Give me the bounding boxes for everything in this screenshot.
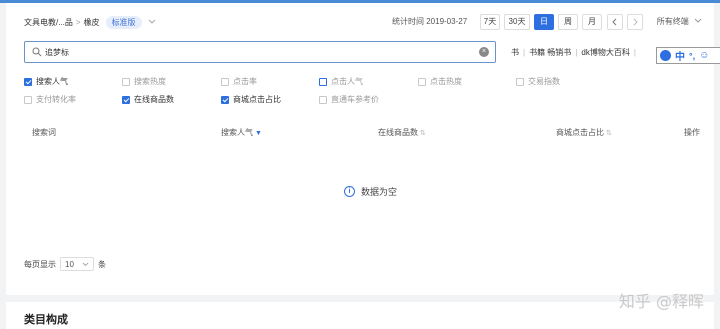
chevron-right-icon <box>633 18 638 26</box>
metric-checkbox-pay-conversion[interactable]: 支付转化率 <box>24 94 76 105</box>
metric-label: 点击热度 <box>430 77 462 86</box>
category-composition-section: 类目构成 <box>6 302 714 329</box>
chevron-down-icon <box>694 18 702 23</box>
metric-label: 点击人气 <box>331 77 363 86</box>
page-size-select[interactable]: 10 <box>60 257 94 271</box>
chevron-down-icon <box>82 262 89 266</box>
chevron-down-icon[interactable] <box>148 18 156 27</box>
breadcrumb-subcategory[interactable]: 橡皮 <box>84 17 100 28</box>
sort-icon[interactable]: ⇅ <box>420 130 426 137</box>
breadcrumb-separator: > <box>75 17 81 27</box>
sort-icon[interactable]: ⇅ <box>606 130 612 137</box>
ime-logo-icon <box>660 50 671 61</box>
terminal-select-value: 所有终端 <box>656 17 689 26</box>
column-header-actions: 操作 <box>684 128 700 137</box>
metric-label: 商城点击占比 <box>233 95 281 104</box>
ime-toolbar[interactable]: 中 °, ☺ <box>656 47 720 64</box>
column-header-label: 在线商品数 <box>378 128 418 137</box>
checkbox-icon <box>516 77 524 86</box>
table-header: 搜索词 搜索人气 ▼ 在线商品数 ⇅ 商城点击占比 ⇅ 操作 <box>6 123 714 141</box>
metric-checkbox-search-heat[interactable]: 搜索热度 <box>122 76 166 87</box>
ime-punct-icon: °, <box>689 50 696 61</box>
section-title: 类目构成 <box>24 314 68 326</box>
column-header-search-popularity[interactable]: 搜索人气 ▼ <box>221 127 262 138</box>
search-icon <box>32 47 42 57</box>
empty-state: i 数据为空 <box>344 185 397 198</box>
metric-checkbox-ctr[interactable]: 点击率 <box>221 76 257 87</box>
sort-desc-icon[interactable]: ▼ <box>255 130 262 137</box>
metric-label: 点击率 <box>233 77 257 86</box>
metric-label: 搜索人气 <box>36 77 68 86</box>
range-day-button[interactable]: 日 <box>534 14 554 30</box>
checkbox-checked-icon <box>24 77 32 86</box>
range-month-button[interactable]: 月 <box>582 14 602 30</box>
breadcrumb-category[interactable]: 文具电教/...品 <box>24 17 73 28</box>
terminal-select[interactable]: 所有终端 <box>657 14 702 30</box>
metric-checkbox-online-items[interactable]: 在线商品数 <box>122 94 174 105</box>
metric-label: 支付转化率 <box>36 95 76 104</box>
metric-checkbox-click-popularity[interactable]: 点击人气 <box>319 76 363 87</box>
checkbox-icon <box>418 77 426 86</box>
suggested-keywords: 书 | 书籍 畅销书 | dk博物大百科 | <box>511 48 636 57</box>
range-7d-button[interactable]: 7天 <box>480 14 500 30</box>
chevron-left-icon <box>612 18 617 26</box>
metric-checkbox-click-heat[interactable]: 点击热度 <box>418 76 462 87</box>
ime-smiley-icon: ☺ <box>699 50 710 61</box>
checkbox-checked-icon <box>221 95 229 104</box>
metric-checkbox-search-popularity[interactable]: 搜索人气 <box>24 76 68 87</box>
info-icon: i <box>344 186 355 197</box>
watermark: 知乎 @释晖 <box>618 292 704 311</box>
suggested-keyword[interactable]: 书籍 畅销书 <box>529 48 571 57</box>
metric-label: 交易指数 <box>528 77 560 86</box>
page-size-value: 10 <box>65 259 74 269</box>
edition-badge: 标准版 <box>105 15 142 29</box>
checkbox-icon <box>122 77 130 86</box>
range-30d-button[interactable]: 30天 <box>504 14 530 30</box>
page-size-control: 每页显示 10 条 <box>24 257 106 271</box>
ime-language: 中 <box>675 52 685 63</box>
prev-date-button[interactable] <box>607 14 623 30</box>
page-size-suffix: 条 <box>98 259 106 269</box>
next-date-button[interactable] <box>627 14 643 30</box>
range-week-button[interactable]: 周 <box>558 14 578 30</box>
checkbox-icon <box>319 95 327 104</box>
checkbox-icon <box>221 77 229 86</box>
empty-text: 数据为空 <box>361 187 398 197</box>
metric-label: 搜索热度 <box>134 77 166 86</box>
search-analysis-panel: 文具电教/...品 > 橡皮 标准版 统计时间 2019-03-27 7天 30… <box>6 3 720 295</box>
search-input-value: 追梦标 <box>45 48 69 57</box>
checkbox-icon <box>319 77 327 86</box>
suggested-keyword[interactable]: dk博物大百科 <box>581 48 629 57</box>
stat-time: 统计时间 2019-03-27 <box>392 17 468 26</box>
metric-checkbox-ppc-price[interactable]: 直通车参考价 <box>319 94 379 105</box>
keyword-search-input[interactable]: 追梦标 × <box>24 41 496 63</box>
clear-icon[interactable]: × <box>479 47 489 57</box>
column-header-mall-click-ratio[interactable]: 商城点击占比 ⇅ <box>556 127 612 138</box>
column-header-keyword: 搜索词 <box>32 128 56 137</box>
metric-checkbox-mall-click-ratio[interactable]: 商城点击占比 <box>221 94 281 105</box>
column-header-label: 商城点击占比 <box>556 128 604 137</box>
metric-checkbox-trade-index[interactable]: 交易指数 <box>516 76 560 87</box>
panel-header: 文具电教/...品 > 橡皮 标准版 统计时间 2019-03-27 7天 30… <box>24 14 702 30</box>
metric-label: 直通车参考价 <box>331 95 379 104</box>
column-header-label: 搜索人气 <box>221 128 253 137</box>
metric-label: 在线商品数 <box>134 95 174 104</box>
checkbox-checked-icon <box>122 95 130 104</box>
suggested-keyword[interactable]: 书 <box>511 48 519 57</box>
column-header-online-items[interactable]: 在线商品数 ⇅ <box>378 127 426 138</box>
checkbox-icon <box>24 95 32 104</box>
page-size-prefix: 每页显示 <box>24 259 56 269</box>
